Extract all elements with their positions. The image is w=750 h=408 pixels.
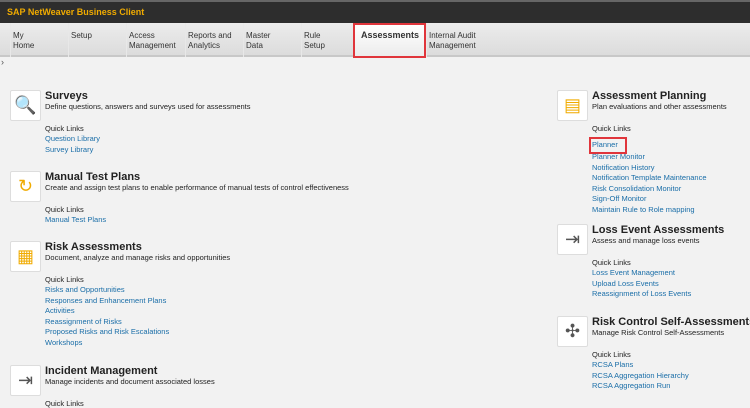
section-title: Loss Event Assessments — [592, 224, 725, 236]
quick-link[interactable]: RCSA Aggregation Hierarchy — [592, 371, 689, 382]
quick-link[interactable]: Maintain Rule to Role mapping — [592, 205, 707, 216]
quick-link[interactable]: Question Library — [45, 134, 100, 145]
loss-event-icon: ⇥ — [557, 224, 588, 255]
tab-my-home[interactable]: My Home — [10, 23, 65, 57]
tab-assessments[interactable]: Assessments — [353, 23, 426, 58]
tab-master-data[interactable]: Master Data — [243, 23, 298, 57]
quick-link[interactable]: Reassignment of Risks — [45, 317, 169, 328]
tab-reports-and-analytics[interactable]: Reports and Analytics — [185, 23, 240, 57]
section-description: Define questions, answers and surveys us… — [45, 102, 251, 111]
quick-link[interactable]: Planner — [589, 137, 627, 154]
quick-links-label: Quick Links — [45, 124, 84, 133]
section-description: Create and assign test plans to enable p… — [45, 183, 349, 192]
calendar-icon: ▤ — [557, 90, 588, 121]
quick-link[interactable]: Notification History — [592, 163, 707, 174]
quick-links-label: Quick Links — [592, 350, 631, 359]
quick-link[interactable]: RCSA Aggregation Run — [592, 381, 689, 392]
quick-link[interactable]: Workshops — [45, 338, 169, 349]
quick-link[interactable]: Planner Monitor — [592, 152, 707, 163]
section-description: Plan evaluations and other assessments — [592, 102, 727, 111]
quick-link[interactable]: Risk Consolidation Monitor — [592, 184, 707, 195]
rcsa-icon: ✣ — [557, 316, 588, 347]
quick-link[interactable]: Manual Test Plans — [45, 215, 106, 226]
tab-setup[interactable]: Setup — [68, 23, 123, 57]
app-title: SAP NetWeaver Business Client — [7, 7, 145, 17]
quick-link[interactable]: Activities — [45, 306, 169, 317]
quick-links-label: Quick Links — [45, 275, 84, 284]
quick-links-label: Quick Links — [45, 205, 84, 214]
quick-link[interactable]: Responses and Enhancement Plans — [45, 296, 169, 307]
tab-rule-setup[interactable]: Rule Setup — [301, 23, 349, 57]
tab-internal-audit-management[interactable]: Internal Audit Management — [426, 23, 496, 57]
test-plan-icon: ↻ — [10, 171, 41, 202]
section-description: Document, analyze and manage risks and o… — [45, 253, 231, 262]
quick-link[interactable]: Reassignment of Loss Events — [592, 289, 691, 300]
incident-icon: ⇥ — [10, 365, 41, 396]
section-title: Assessment Planning — [592, 90, 707, 102]
survey-icon: 🔍 — [10, 90, 41, 121]
quick-link[interactable]: Notification Template Maintenance — [592, 173, 707, 184]
quick-link[interactable]: RCSA Plans — [592, 360, 689, 371]
section-title: Surveys — [45, 90, 88, 102]
section-description: Manage incidents and document associated… — [45, 377, 215, 386]
quick-link[interactable]: Loss Event Management — [592, 268, 691, 279]
tab-access-management[interactable]: Access Management — [126, 23, 182, 57]
quick-links-label: Quick Links — [592, 124, 631, 133]
quick-link[interactable]: Sign-Off Monitor — [592, 194, 707, 205]
chevron-right-icon[interactable]: › — [1, 57, 4, 67]
top-navigation: My Home Setup Access Management Reports and… — [0, 23, 750, 58]
section-description: Manage Risk Control Self-Assessments — [592, 328, 725, 337]
risk-icon: ▦ — [10, 241, 41, 272]
quick-link[interactable]: Survey Library — [45, 145, 100, 156]
quick-link[interactable]: Upload Loss Events — [592, 279, 691, 290]
section-description: Assess and manage loss events — [592, 236, 700, 245]
quick-links-label: Quick Links — [45, 399, 84, 408]
title-bar: SAP NetWeaver Business Client — [0, 0, 750, 23]
section-title: Incident Management — [45, 365, 158, 377]
quick-links-label: Quick Links — [592, 258, 631, 267]
quick-link[interactable]: Risks and Opportunities — [45, 285, 169, 296]
section-title: Manual Test Plans — [45, 171, 141, 183]
section-title: Risk Control Self-Assessments — [592, 316, 750, 328]
quick-link[interactable]: Proposed Risks and Risk Escalations — [45, 327, 169, 338]
section-title: Risk Assessments — [45, 241, 142, 253]
